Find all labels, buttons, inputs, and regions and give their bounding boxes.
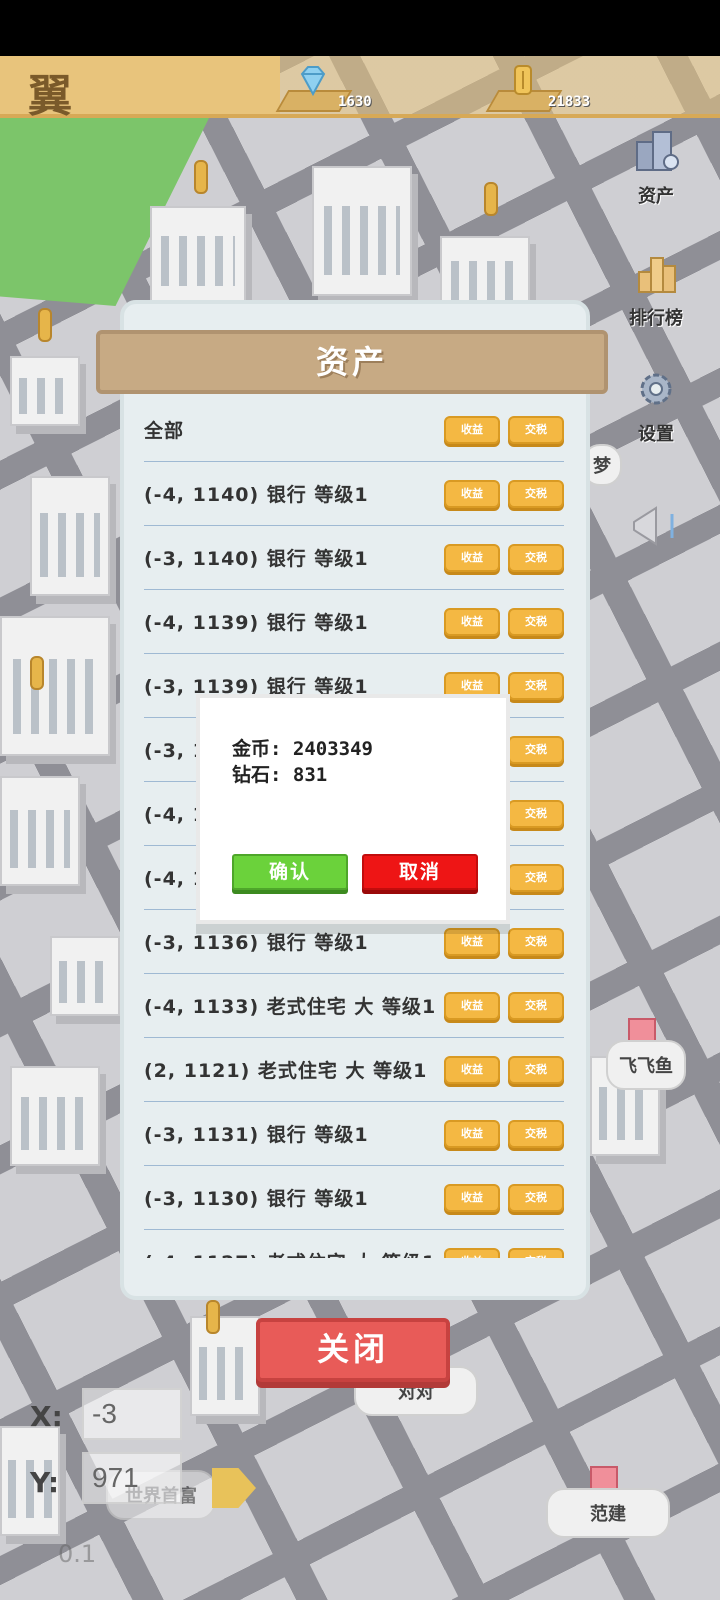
side-menu-label: 资产 xyxy=(638,186,674,207)
building[interactable] xyxy=(10,356,80,426)
tax-button[interactable]: 交税 xyxy=(508,543,564,572)
status-bar xyxy=(0,0,720,56)
coin-marker-icon[interactable] xyxy=(30,656,44,690)
gear-icon xyxy=(640,373,672,405)
building[interactable] xyxy=(150,206,246,302)
trophy-icon xyxy=(638,257,676,293)
building[interactable] xyxy=(10,1066,100,1166)
list-item: (2, 1121) 老式住宅 大 等级1 收益 交税 xyxy=(144,1038,564,1102)
diamond-icon xyxy=(300,66,326,97)
coin-marker-icon[interactable] xyxy=(484,182,498,216)
tax-button[interactable]: 交税 xyxy=(508,1183,564,1212)
tax-button[interactable]: 交税 xyxy=(508,735,564,764)
confirm-button[interactable]: 确认 xyxy=(232,854,348,890)
asset-name: (-4, 1133) 老式住宅 大 等级1 xyxy=(144,996,436,1018)
tax-button[interactable]: 交税 xyxy=(508,607,564,636)
side-menu-label: 设置 xyxy=(638,424,674,445)
building[interactable] xyxy=(312,166,412,296)
list-item: 全部 收益 交税 xyxy=(144,398,564,462)
coin-marker-icon[interactable] xyxy=(206,1300,220,1334)
building[interactable] xyxy=(30,476,110,596)
earn-button[interactable]: 收益 xyxy=(444,1247,500,1258)
earn-button[interactable]: 收益 xyxy=(444,607,500,636)
earn-button[interactable]: 收益 xyxy=(444,991,500,1020)
coin-marker-icon[interactable] xyxy=(194,160,208,194)
building[interactable] xyxy=(0,616,110,756)
diamond-count: 1630 xyxy=(338,94,372,110)
tax-button[interactable]: 交税 xyxy=(508,1247,564,1258)
list-item: (-4, 1127) 老式住宅 大 等级1 收益 交税 xyxy=(144,1230,564,1258)
asset-name: (2, 1121) 老式住宅 大 等级1 xyxy=(144,1060,428,1082)
dialog-diamonds: 钻石: 831 xyxy=(232,764,328,786)
list-item: (-4, 1139) 银行 等级1 收益 交税 xyxy=(144,590,564,654)
tax-button[interactable]: 交税 xyxy=(508,415,564,444)
list-item: (-3, 1130) 银行 等级1 收益 交税 xyxy=(144,1166,564,1230)
y-coordinate-label: Y: xyxy=(30,1466,60,1499)
coin-count: 21833 xyxy=(548,94,591,110)
earn-button[interactable]: 收益 xyxy=(444,1183,500,1212)
side-menu-label: 排行榜 xyxy=(629,308,683,329)
building[interactable] xyxy=(50,936,120,1016)
list-item: (-4, 1133) 老式住宅 大 等级1 收益 交税 xyxy=(144,974,564,1038)
asset-name: (-4, 1139) 银行 等级1 xyxy=(144,612,369,634)
building[interactable] xyxy=(190,1316,260,1416)
earn-button[interactable]: 收益 xyxy=(444,415,500,444)
cancel-button[interactable]: 取消 xyxy=(362,854,478,890)
tax-button[interactable]: 交税 xyxy=(508,799,564,828)
list-item: (-3, 1140) 银行 等级1 收益 交税 xyxy=(144,526,564,590)
top-bar: 翼 1630 21833 xyxy=(0,56,720,122)
asset-name: (-3, 1140) 银行 等级1 xyxy=(144,548,369,570)
asset-name: (-3, 1136) 银行 等级1 xyxy=(144,932,369,954)
x-coordinate-input[interactable]: -3 xyxy=(82,1388,182,1440)
earn-button[interactable]: 收益 xyxy=(444,479,500,508)
asset-name: (-4, 1127) 老式住宅 大 等级1 xyxy=(144,1248,436,1258)
list-item: (-4, 1140) 银行 等级1 收益 交税 xyxy=(144,462,564,526)
list-item: (-3, 1131) 银行 等级1 收益 交税 xyxy=(144,1102,564,1166)
earn-button[interactable]: 收益 xyxy=(444,543,500,572)
tax-button[interactable]: 交税 xyxy=(508,1119,564,1148)
tax-button[interactable]: 交税 xyxy=(508,671,564,700)
asset-name: (-4, 1140) 银行 等级1 xyxy=(144,484,369,506)
tax-button[interactable]: 交税 xyxy=(508,863,564,892)
tax-button[interactable]: 交税 xyxy=(508,927,564,956)
speaker-icon[interactable] xyxy=(620,500,690,550)
map-label: 范建 xyxy=(546,1488,670,1538)
coin-marker-icon[interactable] xyxy=(38,308,52,342)
asset-name: (-3, 1131) 银行 等级1 xyxy=(144,1124,369,1146)
leaderboard-menu-button[interactable]: 排行榜 xyxy=(616,250,696,330)
earn-button[interactable]: 收益 xyxy=(444,1055,500,1084)
dialog-coins: 金币: 2403349 xyxy=(232,738,373,760)
earn-button[interactable]: 收益 xyxy=(444,1119,500,1148)
building[interactable] xyxy=(0,776,80,886)
coin-stack-icon xyxy=(514,65,532,95)
tax-button[interactable]: 交税 xyxy=(508,479,564,508)
y-coordinate-input[interactable]: 971 xyxy=(82,1452,182,1504)
tax-button[interactable]: 交税 xyxy=(508,991,564,1020)
close-button[interactable]: 关闭 xyxy=(256,1318,450,1382)
asset-name: (-3, 1130) 银行 等级1 xyxy=(144,1188,369,1210)
map-label: 飞飞鱼 xyxy=(606,1040,686,1090)
app-logo: 翼 xyxy=(28,71,72,122)
asset-name: 全部 xyxy=(144,420,185,442)
settings-menu-button[interactable]: 设置 xyxy=(616,366,696,446)
confirm-dialog: 金币: 2403349 钻石: 831 确认 取消 xyxy=(196,694,510,924)
assets-panel-title: 资产 xyxy=(96,330,608,394)
zoom-value: 0.1 xyxy=(58,1540,97,1568)
tax-button[interactable]: 交税 xyxy=(508,1055,564,1084)
x-coordinate-label: X: xyxy=(30,1400,63,1433)
buildings-icon xyxy=(636,131,679,171)
assets-menu-button[interactable]: 资产 xyxy=(616,128,696,208)
earn-button[interactable]: 收益 xyxy=(444,927,500,956)
